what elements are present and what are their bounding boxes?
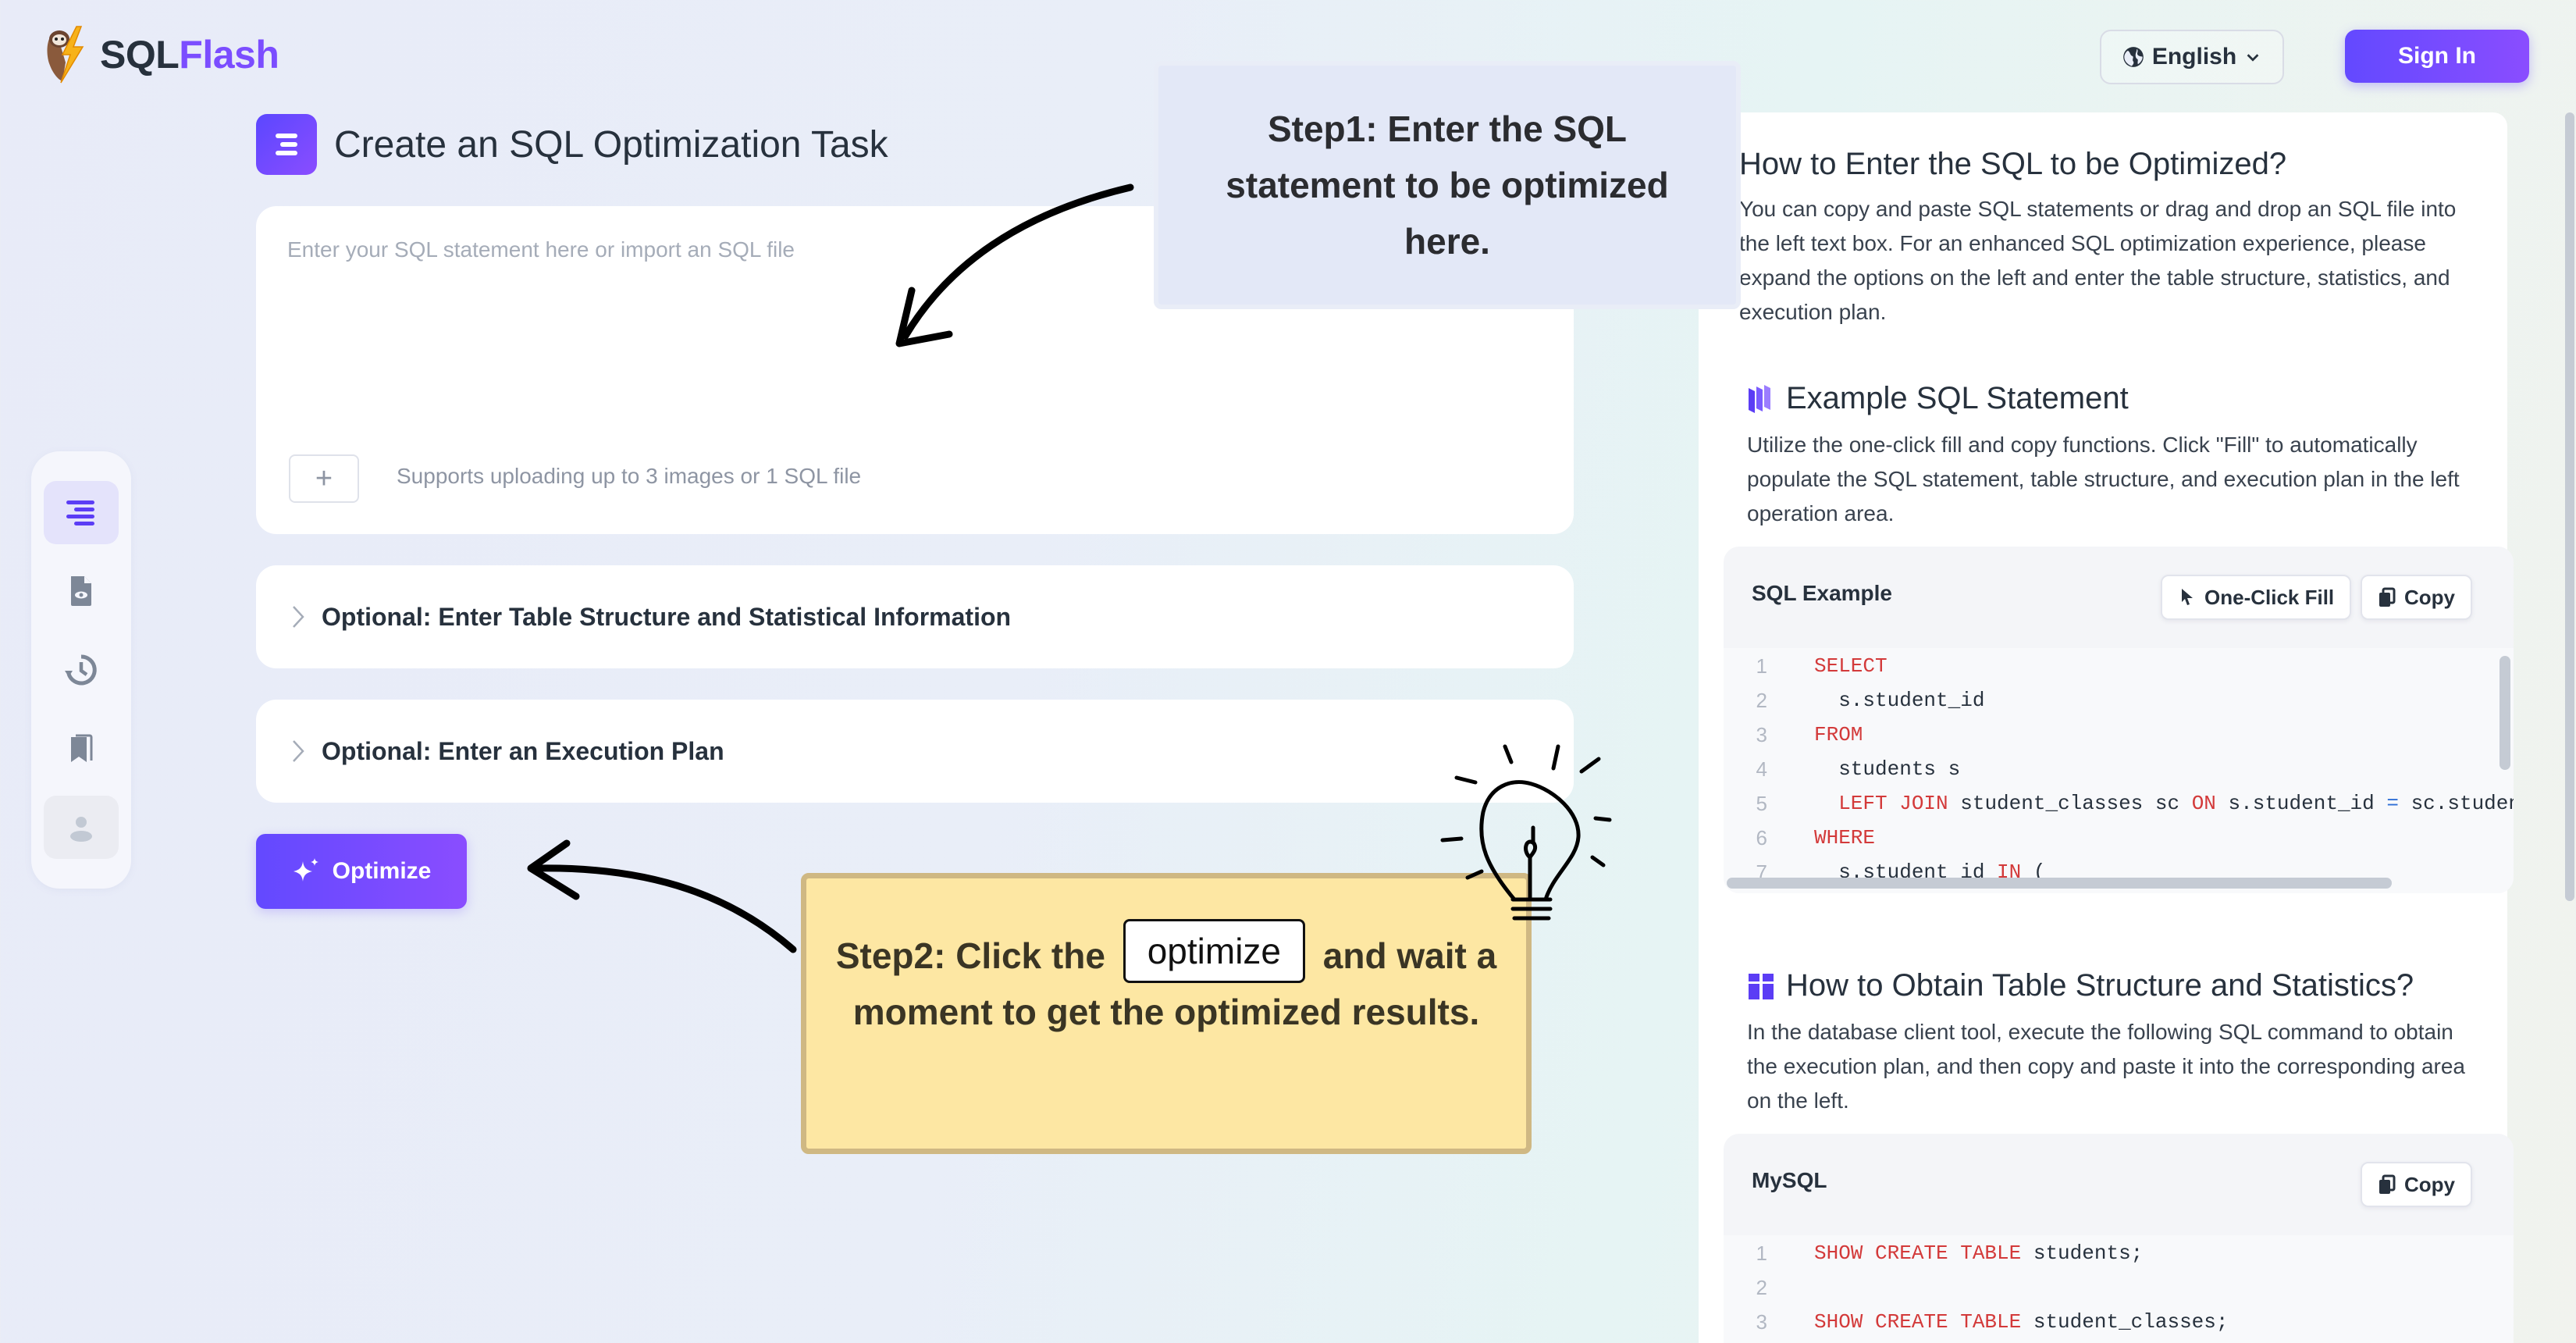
help-heading-text: How to Enter the SQL to be Optimized?: [1739, 147, 2287, 181]
file-code-icon: [71, 576, 91, 607]
help-text-example: Utilize the one-click fill and copy func…: [1747, 433, 2460, 525]
one-click-fill-button[interactable]: One-Click Fill: [2161, 575, 2352, 620]
copy-label: Copy: [2404, 585, 2455, 609]
code-text: students s: [1814, 757, 1961, 781]
upload-button[interactable]: +: [289, 454, 359, 503]
copy-example-button[interactable]: Copy: [2361, 575, 2472, 620]
arrow-to-optimize-button-icon: [527, 839, 797, 953]
chevron-down-icon: [2247, 54, 2259, 62]
cursor-icon: [2182, 589, 2193, 605]
code-line: 3 FROM: [1724, 723, 1863, 757]
code-text: SHOW CREATE TABLE student_classes;: [1814, 1310, 2229, 1334]
code-line: 1 SELECT: [1724, 654, 1888, 689]
brand-sql: SQL: [100, 33, 180, 77]
code-title: MySQL: [1752, 1168, 1827, 1192]
code-text: LEFT JOIN student_classes sc ON s.studen…: [1814, 792, 2514, 815]
fill-label: One-Click Fill: [2204, 585, 2335, 609]
vertical-scrollbar[interactable]: [2500, 656, 2510, 770]
step1-callout: Step1: Enter the SQL statement to be opt…: [1154, 61, 1741, 309]
help-heading-example: Example SQL Statement: [1747, 381, 2129, 416]
help-text-table-structure: In the database client tool, execute the…: [1747, 1020, 2465, 1113]
copy-mysql-button[interactable]: Copy: [2361, 1162, 2472, 1207]
step2-optimize-chip: optimize: [1123, 919, 1305, 983]
sign-in-button[interactable]: Sign In: [2345, 30, 2529, 83]
code-header: MySQL Copy: [1724, 1134, 2514, 1235]
step2-callout: Step2: Click the optimize and wait a mom…: [801, 873, 1532, 1154]
sparkle-icon: [293, 858, 318, 882]
copy-icon: [2379, 1174, 2396, 1194]
list-align-icon: [66, 501, 94, 526]
line-number: 1: [1756, 1241, 1767, 1265]
code-header: SQL Example One-Click Fill Copy: [1724, 547, 2514, 648]
optimize-button[interactable]: Optimize: [256, 834, 467, 909]
code-text: s.student_id: [1814, 689, 1985, 712]
chevron-right-icon: [293, 740, 304, 762]
language-label: English: [2151, 44, 2237, 69]
task-icon: [256, 114, 317, 175]
execution-plan-section[interactable]: Optional: Enter an Execution Plan: [256, 700, 1574, 803]
help-heading-text: Example SQL Statement: [1786, 381, 2129, 415]
brand-flash: Flash: [179, 33, 279, 77]
language-selector[interactable]: English: [2100, 30, 2284, 84]
mysql-code[interactable]: 3 SHOW CREATE TABLE student_classes; 2 1 SHO…: [1724, 1235, 2514, 1343]
table-structure-section[interactable]: Optional: Enter Table Structure and Stat…: [256, 565, 1574, 668]
code-text: SHOW CREATE TABLE students;: [1814, 1241, 2144, 1265]
line-number: 6: [1756, 826, 1767, 850]
section-label: Optional: Enter an Execution Plan: [322, 736, 724, 765]
code-line: 2: [1724, 1276, 1814, 1310]
horizontal-scrollbar[interactable]: [1727, 878, 2392, 889]
code-line: 2 s.student_id: [1724, 689, 1985, 723]
help-heading-text: How to Obtain Table Structure and Statis…: [1786, 968, 2414, 1003]
page-header: Create an SQL Optimization Task: [256, 114, 888, 175]
globe-icon: [2122, 47, 2144, 67]
code-line: 3 SHOW CREATE TABLE student_classes;: [1724, 1310, 2229, 1343]
help-heading-table-structure: How to Obtain Table Structure and Statis…: [1747, 968, 2414, 1003]
line-number: 2: [1756, 689, 1767, 712]
table-icon: [1749, 973, 1774, 999]
bookmark-icon: [71, 734, 93, 762]
user-icon: [70, 816, 92, 842]
line-number: 4: [1756, 757, 1767, 781]
section-label: Optional: Enter Table Structure and Stat…: [322, 602, 1012, 631]
code-line: 1 SHOW CREATE TABLE students;: [1724, 1241, 2144, 1276]
help-text-enter-sql: You can copy and paste SQL statements or…: [1739, 197, 2457, 324]
logo[interactable]: SQLFlash: [45, 23, 279, 86]
page-title: Create an SQL Optimization Task: [334, 123, 888, 166]
brand-name: SQLFlash: [100, 32, 279, 77]
sidebar-item-bookmarks[interactable]: [44, 717, 119, 780]
sidebar-item-optimize-task[interactable]: [44, 481, 119, 544]
sidebar: [31, 451, 131, 889]
sql-example-card: SQL Example One-Click Fill Copy 7 s.stud…: [1724, 547, 2514, 893]
sidebar-item-history[interactable]: [44, 639, 119, 702]
line-number: 3: [1756, 1310, 1767, 1334]
sql-example-code[interactable]: 7 s.student_id IN (6 WHERE 5 LEFT JOIN stu…: [1724, 648, 2514, 893]
step2-text-before: Step2: Click the: [835, 935, 1105, 976]
line-number: 2: [1756, 1276, 1767, 1299]
chevron-right-icon: [293, 606, 304, 628]
upload-hint: Supports uploading up to 3 images or 1 S…: [397, 464, 862, 488]
line-number: 1: [1756, 654, 1767, 678]
code-title: SQL Example: [1752, 581, 1893, 605]
code-line: 6 WHERE: [1724, 826, 1875, 860]
line-number: 3: [1756, 723, 1767, 746]
copy-icon: [2379, 587, 2396, 607]
mysql-command-card: MySQL Copy 3 SHOW CREATE TABLE student_cl…: [1724, 1134, 2514, 1343]
code-line: 5 LEFT JOIN student_classes sc ON s.stud…: [1724, 792, 2514, 826]
code-text: FROM: [1814, 723, 1863, 746]
optimize-label: Optimize: [332, 858, 432, 884]
history-icon: [65, 654, 97, 686]
list-icon: [276, 134, 297, 155]
code-text: WHERE: [1814, 826, 1876, 850]
books-icon: [1749, 384, 1770, 413]
help-heading-enter-sql: How to Enter the SQL to be Optimized?: [1739, 147, 2286, 182]
line-number: 5: [1756, 792, 1767, 815]
help-panel: How to Enter the SQL to be Optimized? Yo…: [1699, 112, 2514, 1343]
copy-label: Copy: [2404, 1172, 2455, 1196]
code-text: SELECT: [1814, 654, 1888, 678]
sloth-lightning-logo-icon: [47, 26, 84, 84]
sidebar-item-sql-review[interactable]: [44, 560, 119, 623]
sidebar-item-user[interactable]: [44, 796, 119, 859]
page-scrollbar[interactable]: [2565, 112, 2574, 901]
code-line: 4 students s: [1724, 757, 1961, 792]
